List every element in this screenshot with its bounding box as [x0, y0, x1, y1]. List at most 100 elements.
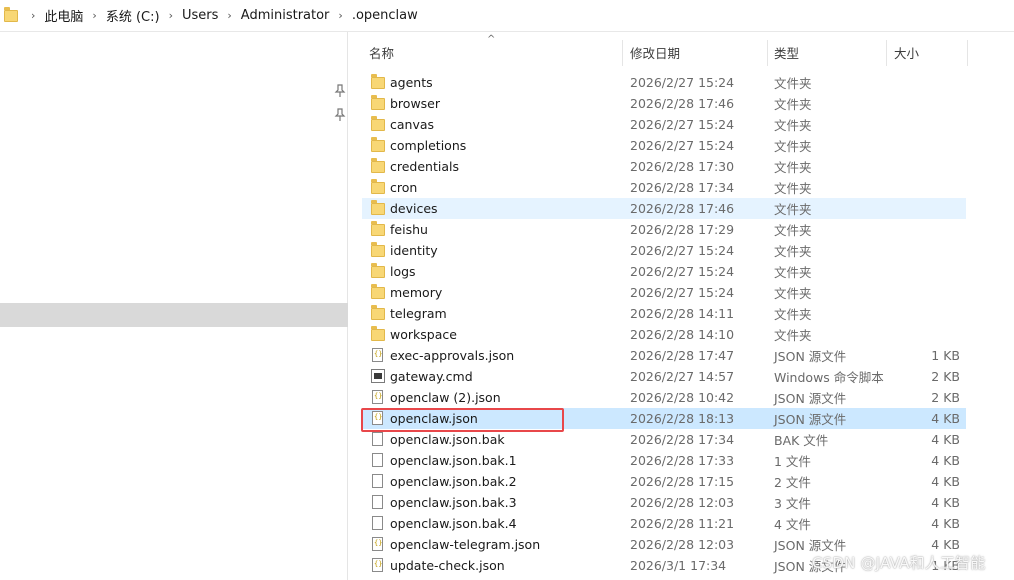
file-row[interactable]: workspace 2026/2/28 14:10 文件夹 [362, 324, 966, 345]
file-date: 2026/2/28 17:29 [630, 222, 735, 237]
column-header-size[interactable]: 大小 [894, 36, 964, 68]
file-name[interactable]: cron [390, 180, 417, 195]
file-name[interactable]: identity [390, 243, 438, 258]
column-header-date[interactable]: 修改日期 [630, 36, 765, 68]
file-size: 4 KB [931, 537, 960, 552]
chevron-right-icon[interactable]: › [22, 9, 44, 22]
breadcrumb-item-administrator[interactable]: Administrator [241, 8, 330, 23]
file-name[interactable]: credentials [390, 159, 459, 174]
folder-icon [371, 179, 385, 194]
file-row[interactable]: openclaw.json.bak.1 2026/2/28 17:33 1 文件 4 … [362, 450, 966, 471]
pin-icon[interactable] [334, 84, 346, 98]
chevron-right-icon[interactable]: › [83, 9, 105, 22]
file-name[interactable]: openclaw.json.bak.2 [390, 474, 517, 489]
file-row[interactable]: cron 2026/2/28 17:34 文件夹 [362, 177, 966, 198]
file-icon [372, 453, 383, 467]
nav-item-selected[interactable] [0, 303, 348, 327]
column-header-type-label: 类型 [774, 45, 800, 61]
file-name[interactable]: memory [390, 285, 442, 300]
file-row[interactable]: identity 2026/2/27 15:24 文件夹 [362, 240, 966, 261]
file-name[interactable]: telegram [390, 306, 447, 321]
column-divider[interactable] [622, 40, 623, 66]
file-date: 2026/2/28 14:10 [630, 327, 735, 342]
file-row[interactable]: openclaw.json.bak 2026/2/28 17:34 BAK 文件 4 … [362, 429, 966, 450]
file-row[interactable]: logs 2026/2/27 15:24 文件夹 [362, 261, 966, 282]
file-row[interactable]: telegram 2026/2/28 14:11 文件夹 [362, 303, 966, 324]
file-name[interactable]: devices [390, 201, 438, 216]
file-date: 2026/2/27 15:24 [630, 138, 735, 153]
file-type: 文件夹 [774, 160, 812, 175]
address-bar[interactable]: › 此电脑 › 系统 (C:) › Users › Administrator … [0, 0, 1014, 32]
file-type: 文件夹 [774, 97, 812, 112]
file-name[interactable]: workspace [390, 327, 457, 342]
file-type: JSON 源文件 [774, 391, 847, 406]
folder-icon [371, 326, 385, 341]
file-date: 2026/2/27 15:24 [630, 243, 735, 258]
json-file-icon [372, 390, 383, 404]
file-row[interactable]: completions 2026/2/27 15:24 文件夹 [362, 135, 966, 156]
file-row[interactable]: openclaw (2).json 2026/2/28 10:42 JSON 源文件… [362, 387, 966, 408]
file-size: 1 KB [931, 348, 960, 363]
column-header-date-label: 修改日期 [630, 45, 681, 61]
breadcrumb-item-openclaw[interactable]: .openclaw [352, 8, 418, 23]
file-name[interactable]: agents [390, 75, 433, 90]
column-header-type[interactable]: 类型 [774, 36, 884, 68]
file-date: 2026/2/28 14:11 [630, 306, 735, 321]
file-type: 文件夹 [774, 223, 812, 238]
file-date: 2026/2/28 18:13 [630, 411, 735, 426]
file-name[interactable]: feishu [390, 222, 428, 237]
file-name[interactable]: update-check.json [390, 558, 505, 573]
file-row[interactable]: exec-approvals.json 2026/2/28 17:47 JSON 源… [362, 345, 966, 366]
breadcrumb-item-this-pc[interactable]: 此电脑 [44, 6, 83, 25]
file-date: 2026/2/28 17:46 [630, 201, 735, 216]
file-date: 2026/2/28 17:33 [630, 453, 735, 468]
file-row[interactable]: credentials 2026/2/28 17:30 文件夹 [362, 156, 966, 177]
chevron-right-icon[interactable]: › [160, 9, 182, 22]
file-row[interactable]: devices 2026/2/28 17:46 文件夹 [362, 198, 966, 219]
chevron-right-icon[interactable]: › [218, 9, 240, 22]
file-name[interactable]: browser [390, 96, 440, 111]
file-row[interactable]: openclaw.json.bak.4 2026/2/28 11:21 4 文件 4 … [362, 513, 966, 534]
file-name[interactable]: completions [390, 138, 466, 153]
breadcrumb: › 此电脑 › 系统 (C:) › Users › Administrator … [22, 6, 418, 25]
file-row[interactable]: canvas 2026/2/27 15:24 文件夹 [362, 114, 966, 135]
file-size: 2 KB [931, 390, 960, 405]
file-name[interactable]: logs [390, 264, 416, 279]
file-row[interactable]: feishu 2026/2/28 17:29 文件夹 [362, 219, 966, 240]
pin-icon[interactable] [334, 108, 346, 122]
file-type: Windows 命令脚本 [774, 370, 884, 385]
file-name[interactable]: openclaw.json.bak [390, 432, 505, 447]
file-row[interactable]: gateway.cmd 2026/2/27 14:57 Windows 命令脚本 2 … [362, 366, 966, 387]
file-name[interactable]: exec-approvals.json [390, 348, 514, 363]
file-row[interactable]: openclaw.json.bak.3 2026/2/28 12:03 3 文件 4 … [362, 492, 966, 513]
file-name[interactable]: openclaw-telegram.json [390, 537, 540, 552]
file-date: 2026/2/27 15:24 [630, 285, 735, 300]
file-row[interactable]: browser 2026/2/28 17:46 文件夹 [362, 93, 966, 114]
file-size: 4 KB [931, 516, 960, 531]
breadcrumb-item-users[interactable]: Users [182, 8, 218, 23]
file-name[interactable]: canvas [390, 117, 434, 132]
column-divider[interactable] [886, 40, 887, 66]
file-size: 4 KB [931, 453, 960, 468]
column-divider[interactable] [967, 40, 968, 66]
file-size: 2 KB [931, 369, 960, 384]
column-divider[interactable] [767, 40, 768, 66]
file-name[interactable]: gateway.cmd [390, 369, 473, 384]
file-name[interactable]: openclaw.json.bak.4 [390, 516, 517, 531]
file-date: 2026/2/28 12:03 [630, 495, 735, 510]
file-name[interactable]: openclaw (2).json [390, 390, 501, 405]
file-row[interactable]: openclaw.json.bak.2 2026/2/28 17:15 2 文件 4 … [362, 471, 966, 492]
file-name[interactable]: openclaw.json.bak.1 [390, 453, 517, 468]
file-type: 文件夹 [774, 181, 812, 196]
file-type: BAK 文件 [774, 433, 829, 448]
chevron-right-icon[interactable]: › [329, 9, 351, 22]
navigation-pane[interactable] [0, 32, 348, 580]
file-row[interactable]: agents 2026/2/27 15:24 文件夹 [362, 72, 966, 93]
file-name[interactable]: openclaw.json.bak.3 [390, 495, 517, 510]
file-row[interactable]: memory 2026/2/27 15:24 文件夹 [362, 282, 966, 303]
file-date: 2026/2/27 14:57 [630, 369, 735, 384]
file-type: JSON 源文件 [774, 412, 847, 427]
folder-icon [371, 284, 385, 299]
breadcrumb-item-system-c[interactable]: 系统 (C:) [106, 6, 160, 25]
column-header-name[interactable]: 名称 [369, 36, 619, 68]
